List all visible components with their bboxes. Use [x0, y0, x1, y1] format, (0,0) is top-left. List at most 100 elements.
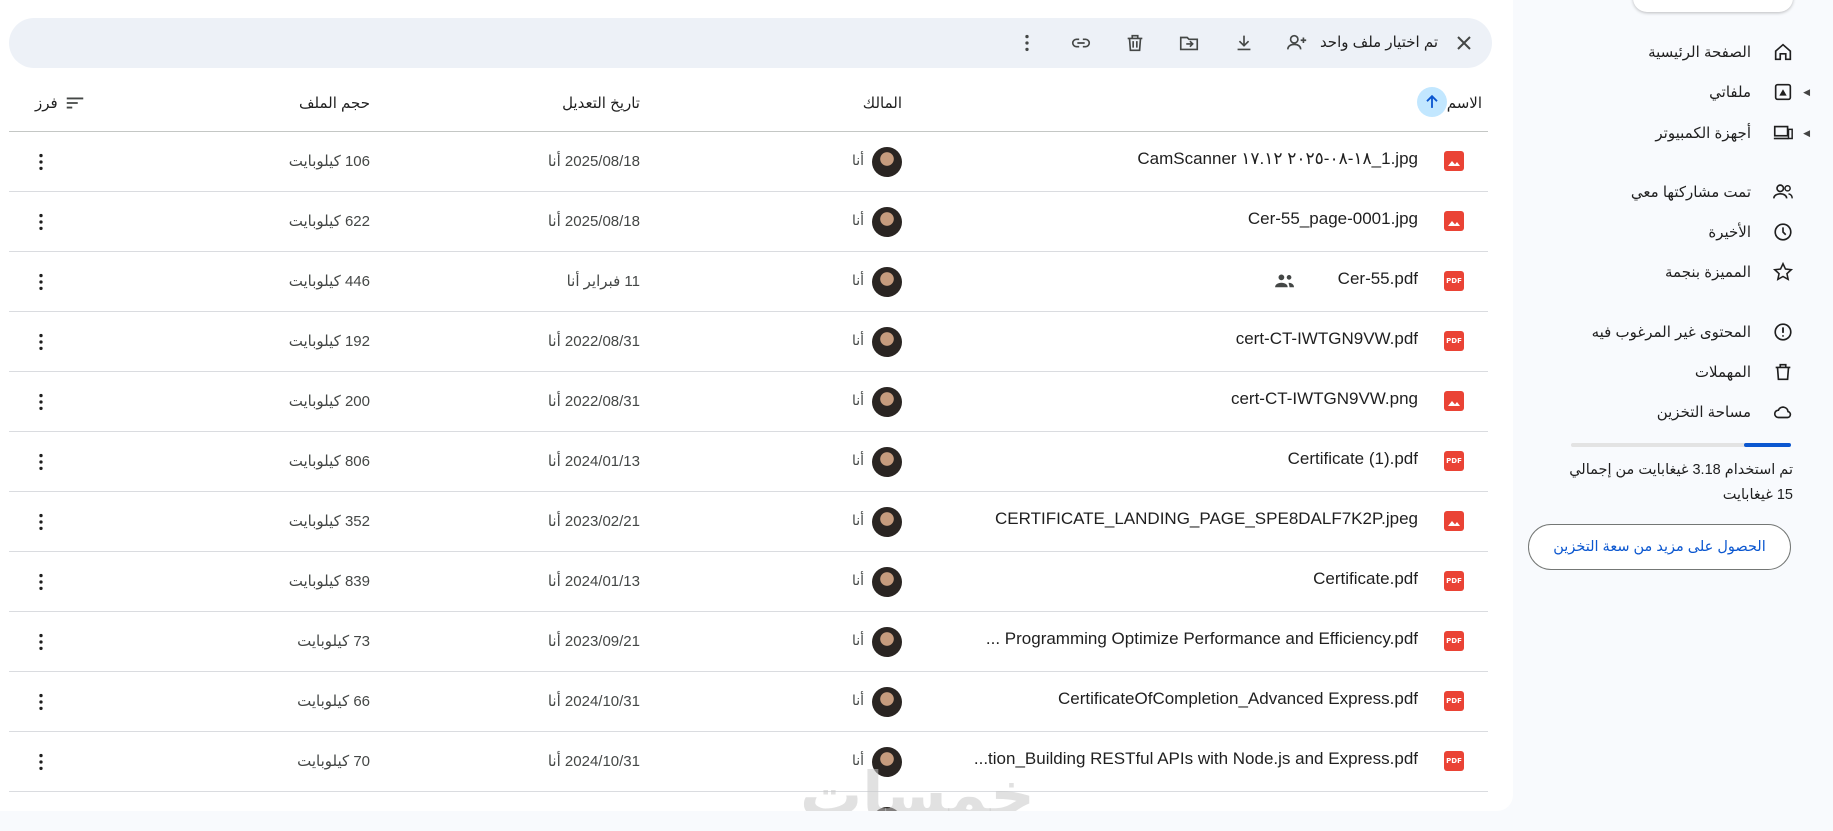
- file-name[interactable]: cert-CT-IWTGN9VW.png: [1231, 389, 1418, 409]
- modified-date: 2024/01/13 أنا: [547, 453, 640, 470]
- avatar: [872, 207, 902, 237]
- image-file-icon: [1444, 211, 1464, 231]
- row-more-button[interactable]: [29, 510, 53, 534]
- row-more-button[interactable]: [29, 570, 53, 594]
- file-size: 106 كيلوبايت: [288, 153, 370, 170]
- pdf-icon: PDF: [1444, 751, 1464, 771]
- row-more-button[interactable]: [29, 270, 53, 294]
- sidebar-item-clock[interactable]: الأخيرة: [1513, 215, 1833, 249]
- table-row[interactable]: PDF Cer-55.pdf أنا 11 فبراير أنا 446 كيلوباي…: [9, 252, 1488, 312]
- file-name[interactable]: Cer-55_page-0001.jpg: [1248, 209, 1418, 229]
- more-vert-icon: [39, 213, 43, 231]
- owner-name: أنا: [851, 632, 864, 648]
- pdf-icon: PDF: [1444, 331, 1464, 351]
- table-row[interactable]: PDF cert-CT-IWTGN9VW.pdf أنا 2022/08/31 أنا…: [9, 312, 1488, 372]
- new-button[interactable]: [1633, 0, 1793, 12]
- sidebar: الصفحة الرئيسية ◀ ملفاتي ◀ أجهزة الكمبيوتر تم…: [1513, 0, 1833, 831]
- file-name[interactable]: CamScanner ١٨-٠٨-٢٠٢٥ ١٧.١٢_1.jpg: [1137, 149, 1418, 169]
- file-name[interactable]: cert-CT-IWTGN9VW.pdf: [1236, 329, 1418, 349]
- sort-button[interactable]: فرز: [35, 92, 86, 114]
- move-icon: [1179, 36, 1199, 51]
- modified-date: 2023/02/21 أنا: [547, 513, 640, 530]
- more-vert-icon: [39, 273, 43, 291]
- trash-icon: [1127, 34, 1143, 52]
- move-button[interactable]: [1176, 30, 1202, 56]
- sidebar-item-trash[interactable]: المهملات: [1513, 355, 1833, 389]
- people-icon: [1771, 180, 1795, 204]
- storage-usage-text: تم استخدام 3.18 غيغابايت من إجمالي 15 غي…: [1569, 462, 1793, 503]
- row-more-button[interactable]: [29, 150, 53, 174]
- table-row[interactable]: PDF CertificateOfCompletion_Advanced Expr…: [9, 672, 1488, 732]
- expand-arrow-icon[interactable]: ◀: [1803, 87, 1810, 98]
- row-more-button[interactable]: [29, 210, 53, 234]
- sidebar-item-spam[interactable]: المحتوى غير المرغوب فيه: [1513, 315, 1833, 349]
- delete-button[interactable]: [1122, 30, 1148, 56]
- file-name[interactable]: CertificateOfCompletion_Advanced Express…: [1058, 689, 1418, 709]
- column-name[interactable]: الاسم: [1447, 94, 1482, 112]
- file-name[interactable]: ...tion_Building RESTful APIs with Node.…: [974, 749, 1418, 769]
- modified-date: 2022/08/31 أنا: [547, 393, 640, 410]
- modified-date: 2024/10/31 أنا: [547, 753, 640, 770]
- column-size[interactable]: حجم الملف: [299, 94, 370, 112]
- sidebar-item-label: الأخيرة: [1708, 224, 1751, 241]
- table-row[interactable]: CERTIFICATE_LANDING_PAGE_SPE8DALF7K2P.jp…: [9, 492, 1488, 552]
- copy-link-button[interactable]: [1068, 30, 1094, 56]
- row-more-button[interactable]: [29, 450, 53, 474]
- sidebar-item-label: المحتوى غير المرغوب فيه: [1591, 324, 1751, 341]
- download-button[interactable]: [1231, 30, 1257, 56]
- table-row[interactable]: PDF ...tion_Building RESTful APIs with No…: [9, 732, 1488, 792]
- file-name[interactable]: ... Programming Optimize Performance and…: [986, 629, 1418, 649]
- sidebar-item-home[interactable]: الصفحة الرئيسية: [1513, 35, 1833, 69]
- more-vert-icon: [39, 453, 43, 471]
- link-icon: [1071, 38, 1091, 48]
- sidebar-item-cloud[interactable]: مساحة التخزين: [1513, 395, 1833, 429]
- sidebar-item-computer[interactable]: ◀ أجهزة الكمبيوتر: [1513, 116, 1833, 150]
- row-more-button[interactable]: [29, 750, 53, 774]
- sidebar-item-people[interactable]: تمت مشاركتها معي: [1513, 175, 1833, 209]
- column-modified[interactable]: تاريخ التعديل: [562, 94, 640, 112]
- expand-arrow-icon[interactable]: ◀: [1803, 128, 1810, 139]
- table-row[interactable]: CamScanner ١٨-٠٨-٢٠٢٥ ١٧.١٢_1.jpg أنا 2025…: [9, 132, 1488, 192]
- owner-name: أنا: [851, 392, 864, 408]
- avatar: [872, 327, 902, 357]
- sidebar-item-drive[interactable]: ◀ ملفاتي: [1513, 75, 1833, 109]
- file-size: 352 كيلوبايت: [288, 513, 370, 530]
- more-actions-button[interactable]: [1014, 30, 1040, 56]
- file-size: 200 كيلوبايت: [288, 393, 370, 410]
- selection-count: تم اختيار ملف واحد: [1319, 34, 1438, 51]
- table-row[interactable]: Cer-55_page-0001.jpg أنا 2025/08/18 أنا 622…: [9, 192, 1488, 252]
- sort-direction-button[interactable]: [1417, 87, 1447, 117]
- file-name[interactable]: Certificate (1).pdf: [1288, 449, 1418, 469]
- row-more-button[interactable]: [29, 390, 53, 414]
- avatar: [872, 387, 902, 417]
- close-icon: [1457, 36, 1471, 50]
- row-more-button[interactable]: [29, 810, 53, 811]
- modified-date: 11 فبراير أنا: [566, 273, 640, 290]
- owner-name: أنا: [851, 692, 864, 708]
- table-row[interactable]: cert-CT-IWTGN9VW.png أنا 2022/08/31 أنا 200…: [9, 372, 1488, 432]
- row-more-button[interactable]: [29, 630, 53, 654]
- table-row[interactable]: PDF...pletion_C Programming for Embedded…: [9, 792, 1488, 811]
- sidebar-item-star[interactable]: المميزة بنجمة: [1513, 255, 1833, 289]
- pdf-icon: PDF: [1444, 571, 1464, 591]
- arrow-up-icon: [1426, 94, 1438, 108]
- modified-date: 2025/08/18 أنا: [547, 213, 640, 230]
- file-size: 839 كيلوبايت: [288, 573, 370, 590]
- row-more-button[interactable]: [29, 330, 53, 354]
- clear-selection-button[interactable]: [1452, 31, 1476, 55]
- table-row[interactable]: PDF ... Programming Optimize Performance …: [9, 612, 1488, 672]
- sidebar-item-label: مساحة التخزين: [1656, 404, 1751, 421]
- file-size: 70 كيلوبايت: [297, 753, 370, 770]
- spam-icon: [1771, 320, 1795, 344]
- file-name[interactable]: Cer-55.pdf: [1338, 269, 1418, 289]
- sidebar-item-label: تمت مشاركتها معي: [1630, 184, 1751, 201]
- share-button[interactable]: [1284, 30, 1310, 56]
- file-name[interactable]: ...pletion_C Programming for Embedded Ap…: [990, 809, 1418, 811]
- file-name[interactable]: Certificate.pdf: [1313, 569, 1418, 589]
- file-name[interactable]: CERTIFICATE_LANDING_PAGE_SPE8DALF7K2P.jp…: [995, 509, 1418, 529]
- selection-toolbar: تم اختيار ملف واحد: [9, 18, 1492, 68]
- table-row[interactable]: PDF Certificate.pdf أنا 2024/01/13 أنا 839 ك…: [9, 552, 1488, 612]
- row-more-button[interactable]: [29, 690, 53, 714]
- get-more-storage-button[interactable]: الحصول على مزيد من سعة التخزين: [1528, 524, 1791, 570]
- table-row[interactable]: PDF Certificate (1).pdf أنا 2024/01/13 أنا 8…: [9, 432, 1488, 492]
